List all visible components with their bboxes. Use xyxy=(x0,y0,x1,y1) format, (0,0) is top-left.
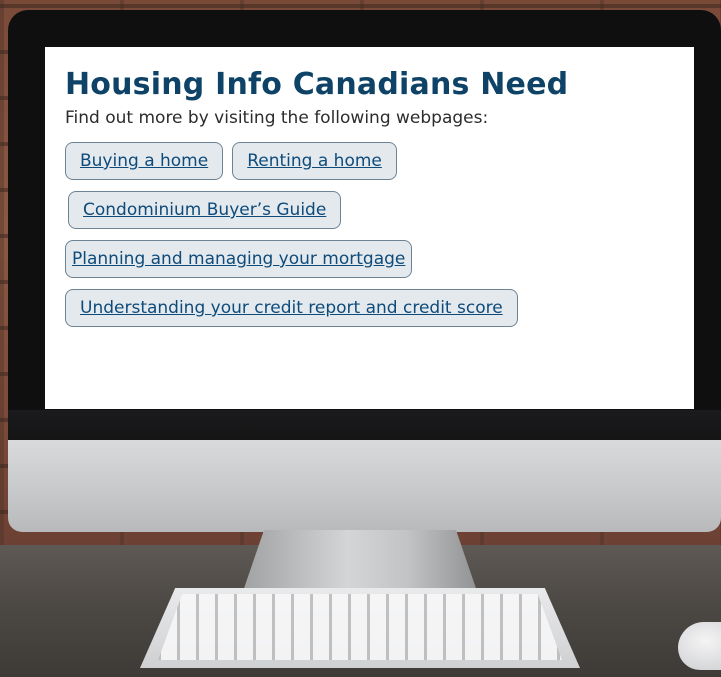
monitor-screen-bottom xyxy=(8,410,721,442)
credit-report-link[interactable]: Understanding your credit report and cre… xyxy=(65,289,518,327)
content-panel: Housing Info Canadians Need Find out mor… xyxy=(45,47,694,409)
link-row: Understanding your credit report and cre… xyxy=(65,289,676,327)
mortgage-link[interactable]: Planning and managing your mortgage xyxy=(65,240,413,278)
renting-a-home-link[interactable]: Renting a home xyxy=(232,142,397,180)
page-title: Housing Info Canadians Need xyxy=(65,67,569,102)
link-row: Planning and managing your mortgage xyxy=(65,240,676,278)
keyboard-keys xyxy=(158,594,562,660)
mouse xyxy=(678,622,721,670)
buying-a-home-link[interactable]: Buying a home xyxy=(65,142,224,180)
link-row: Condominium Buyer’s Guide xyxy=(65,191,676,229)
link-row: Buying a home Renting a home xyxy=(65,142,676,180)
monitor-chin xyxy=(8,440,721,532)
condominium-buyers-guide-link[interactable]: Condominium Buyer’s Guide xyxy=(68,191,342,229)
page-subtitle: Find out more by visiting the following … xyxy=(65,108,489,128)
